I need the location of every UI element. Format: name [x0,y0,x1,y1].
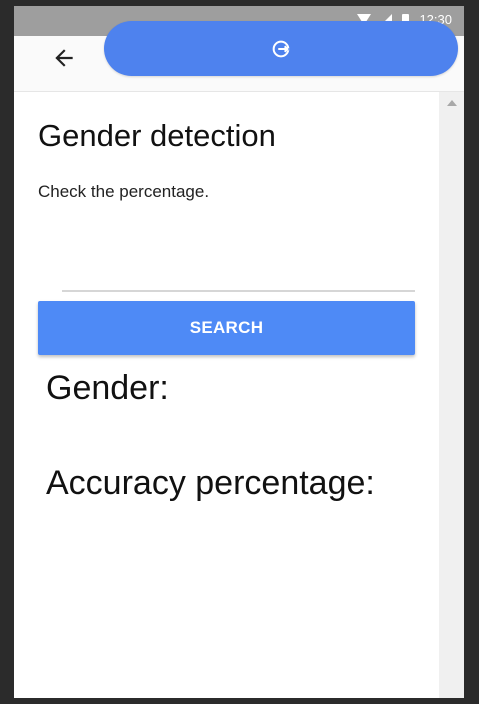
scrollbar[interactable] [439,92,464,698]
arrow-left-icon [55,49,73,67]
accuracy-label: Accuracy percentage: [46,464,375,502]
scroll-up-arrow-icon[interactable] [447,100,457,106]
page-subtitle: Check the percentage. [38,182,210,201]
screen-frame: 12:30 Gender detection Check the percent… [0,0,479,704]
back-button[interactable] [44,38,84,78]
main-content: Gender detection Check the percentage. S… [14,92,439,698]
page-title: Gender detection [38,118,276,153]
device-screen: 12:30 Gender detection Check the percent… [14,6,464,698]
search-button[interactable]: SEARCH [38,301,415,355]
search-input[interactable] [62,254,415,292]
enter-arrow-icon [272,40,290,57]
enter-button[interactable] [104,21,458,76]
gender-label: Gender: [46,369,169,407]
